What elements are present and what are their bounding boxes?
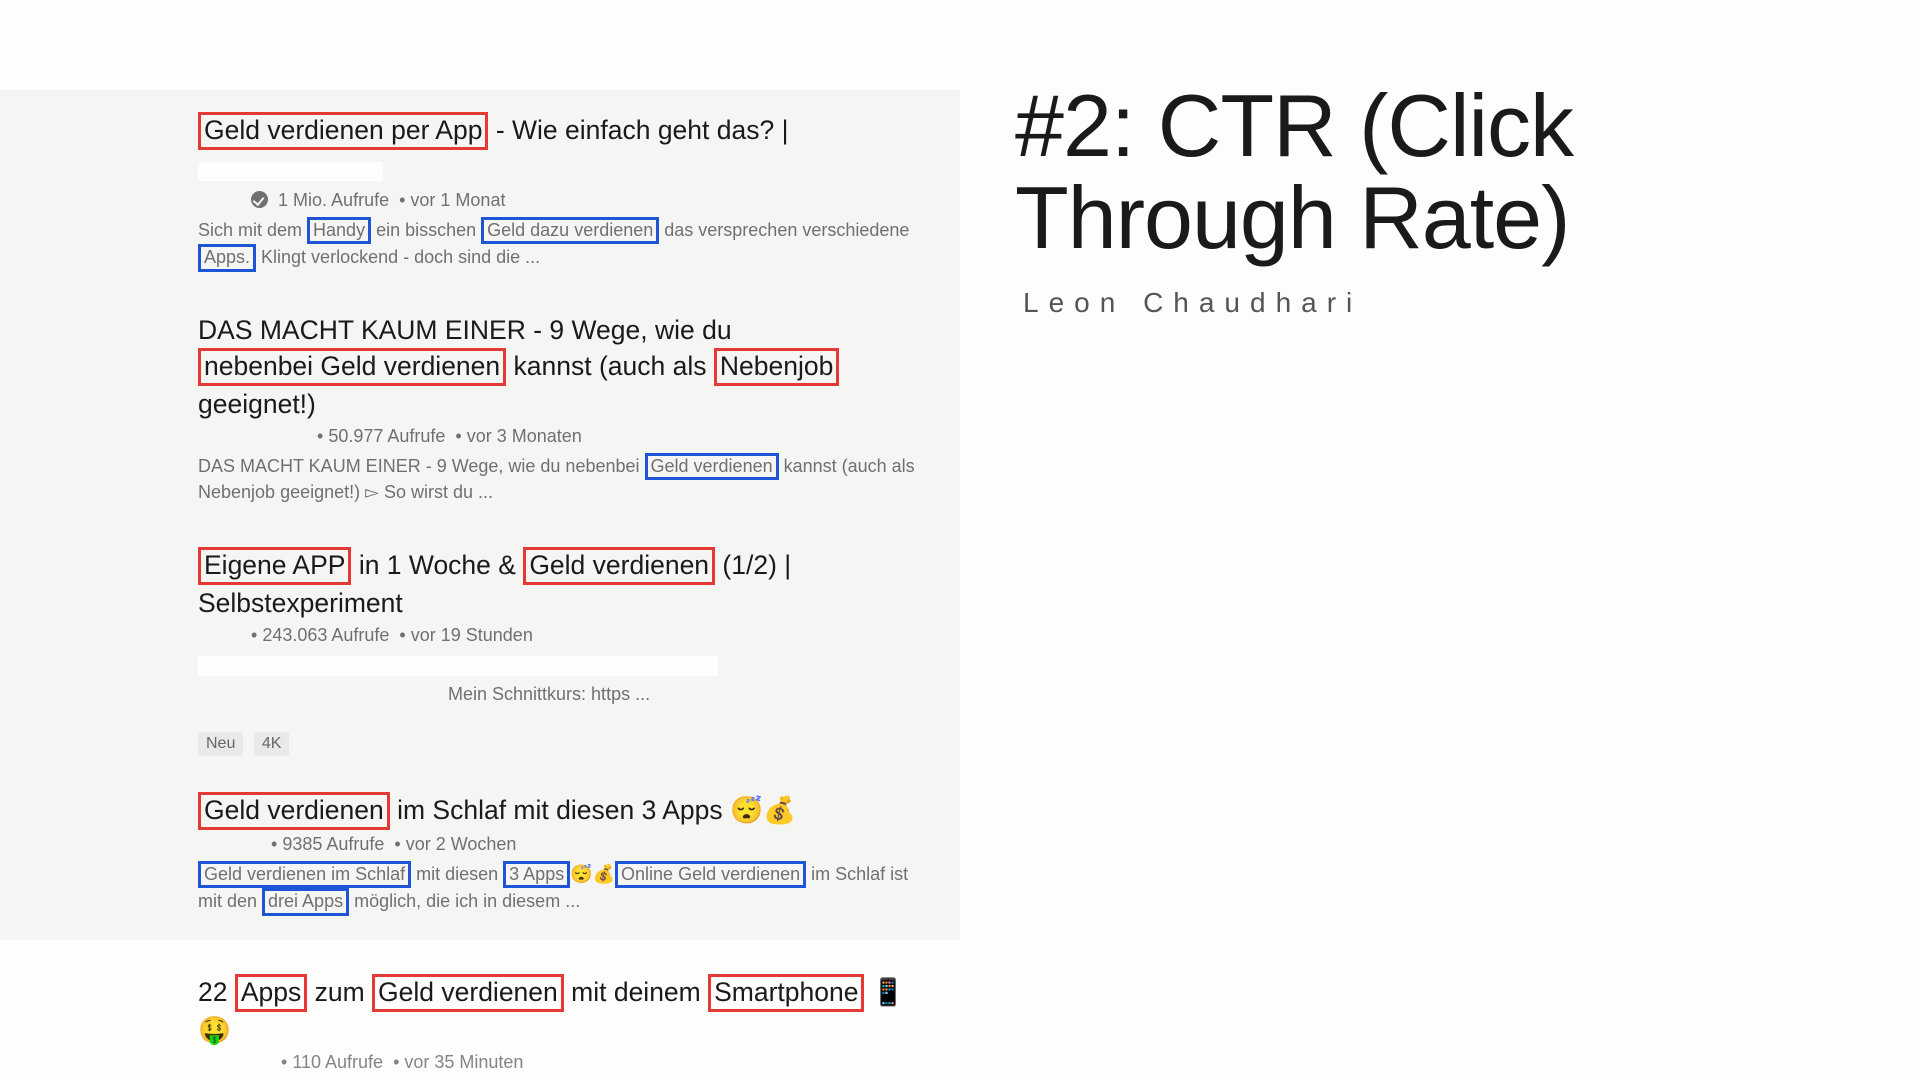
result-title[interactable]: Geld verdienen per App - Wie einfach geh…	[198, 112, 930, 186]
result-description: Geld verdienen im Schlaf mit diesen 3 Ap…	[198, 861, 928, 916]
result-title[interactable]: DAS MACHT KAUM EINER - 9 Wege, wie du ne…	[198, 312, 930, 422]
search-result: DAS MACHT KAUM EINER - 9 Wege, wie du ne…	[198, 312, 930, 505]
search-results-panel: Geld verdienen per App - Wie einfach geh…	[0, 90, 960, 940]
keyword-highlight-blue: Apps.	[198, 244, 256, 272]
result-title[interactable]: Geld verdienen im Schlaf mit diesen 3 Ap…	[198, 792, 930, 830]
keyword-highlight-blue: Geld dazu verdienen	[481, 217, 659, 245]
result-badges: Neu 4K	[198, 732, 930, 756]
result-description: DAS MACHT KAUM EINER - 9 Wege, wie du ne…	[198, 453, 928, 505]
result-meta: • 50.977 Aufrufe • vor 3 Monaten	[198, 426, 930, 447]
result-meta: • 110 Aufrufe • vor 35 Minuten	[198, 1052, 930, 1073]
slide-text-panel: #2: CTR (Click Through Rate) Leon Chaudh…	[1015, 80, 1735, 319]
slide-author: Leon Chaudhari	[1015, 287, 1735, 319]
result-meta: • 243.063 Aufrufe • vor 19 Stunden	[198, 625, 930, 646]
result-description: Sich mit dem Handy ein bisschen Geld daz…	[198, 217, 928, 272]
keyword-highlight-red: Geld verdienen per App	[198, 112, 488, 150]
keyword-highlight-red: nebenbei Geld verdienen	[198, 348, 506, 386]
keyword-highlight-blue: drei Apps	[262, 888, 349, 916]
keyword-highlight-blue: Handy	[307, 217, 371, 245]
keyword-highlight-red: Eigene APP	[198, 547, 351, 585]
keyword-highlight-red: Geld verdienen	[523, 547, 715, 585]
result-title[interactable]: 22 Apps zum Geld verdienen mit deinem Sm…	[198, 974, 930, 1048]
keyword-highlight-blue: Online Geld verdienen	[615, 861, 806, 889]
keyword-highlight-red: Apps	[235, 974, 307, 1012]
result-description: Mein Schnittkurs: https ...	[198, 682, 928, 706]
keyword-highlight-blue: Geld verdienen im Schlaf	[198, 861, 411, 889]
search-result: Eigene APP in 1 Woche & Geld verdienen (…	[198, 547, 930, 756]
badge-new: Neu	[198, 732, 243, 756]
search-result: 22 Apps zum Geld verdienen mit deinem Sm…	[198, 974, 930, 1073]
keyword-highlight-blue: Geld verdienen	[645, 453, 779, 481]
keyword-highlight-red: Geld verdienen	[372, 974, 564, 1012]
result-meta: • 9385 Aufrufe • vor 2 Wochen	[198, 834, 930, 855]
keyword-highlight-red: Geld verdienen	[198, 792, 390, 830]
keyword-highlight-red: Smartphone	[708, 974, 864, 1012]
badge-4k: 4K	[254, 732, 290, 756]
result-title[interactable]: Eigene APP in 1 Woche & Geld verdienen (…	[198, 547, 930, 621]
redacted-area	[198, 656, 718, 676]
keyword-highlight-blue: 3 Apps	[503, 861, 570, 889]
search-result: Geld verdienen per App - Wie einfach geh…	[198, 112, 930, 272]
result-meta: 1 Mio. Aufrufe • vor 1 Monat	[198, 190, 930, 211]
search-result: Geld verdienen im Schlaf mit diesen 3 Ap…	[198, 792, 930, 916]
keyword-highlight-red: Nebenjob	[714, 348, 839, 386]
redacted-area	[198, 162, 383, 181]
verified-icon	[251, 191, 268, 208]
slide-headline: #2: CTR (Click Through Rate)	[1015, 80, 1735, 263]
